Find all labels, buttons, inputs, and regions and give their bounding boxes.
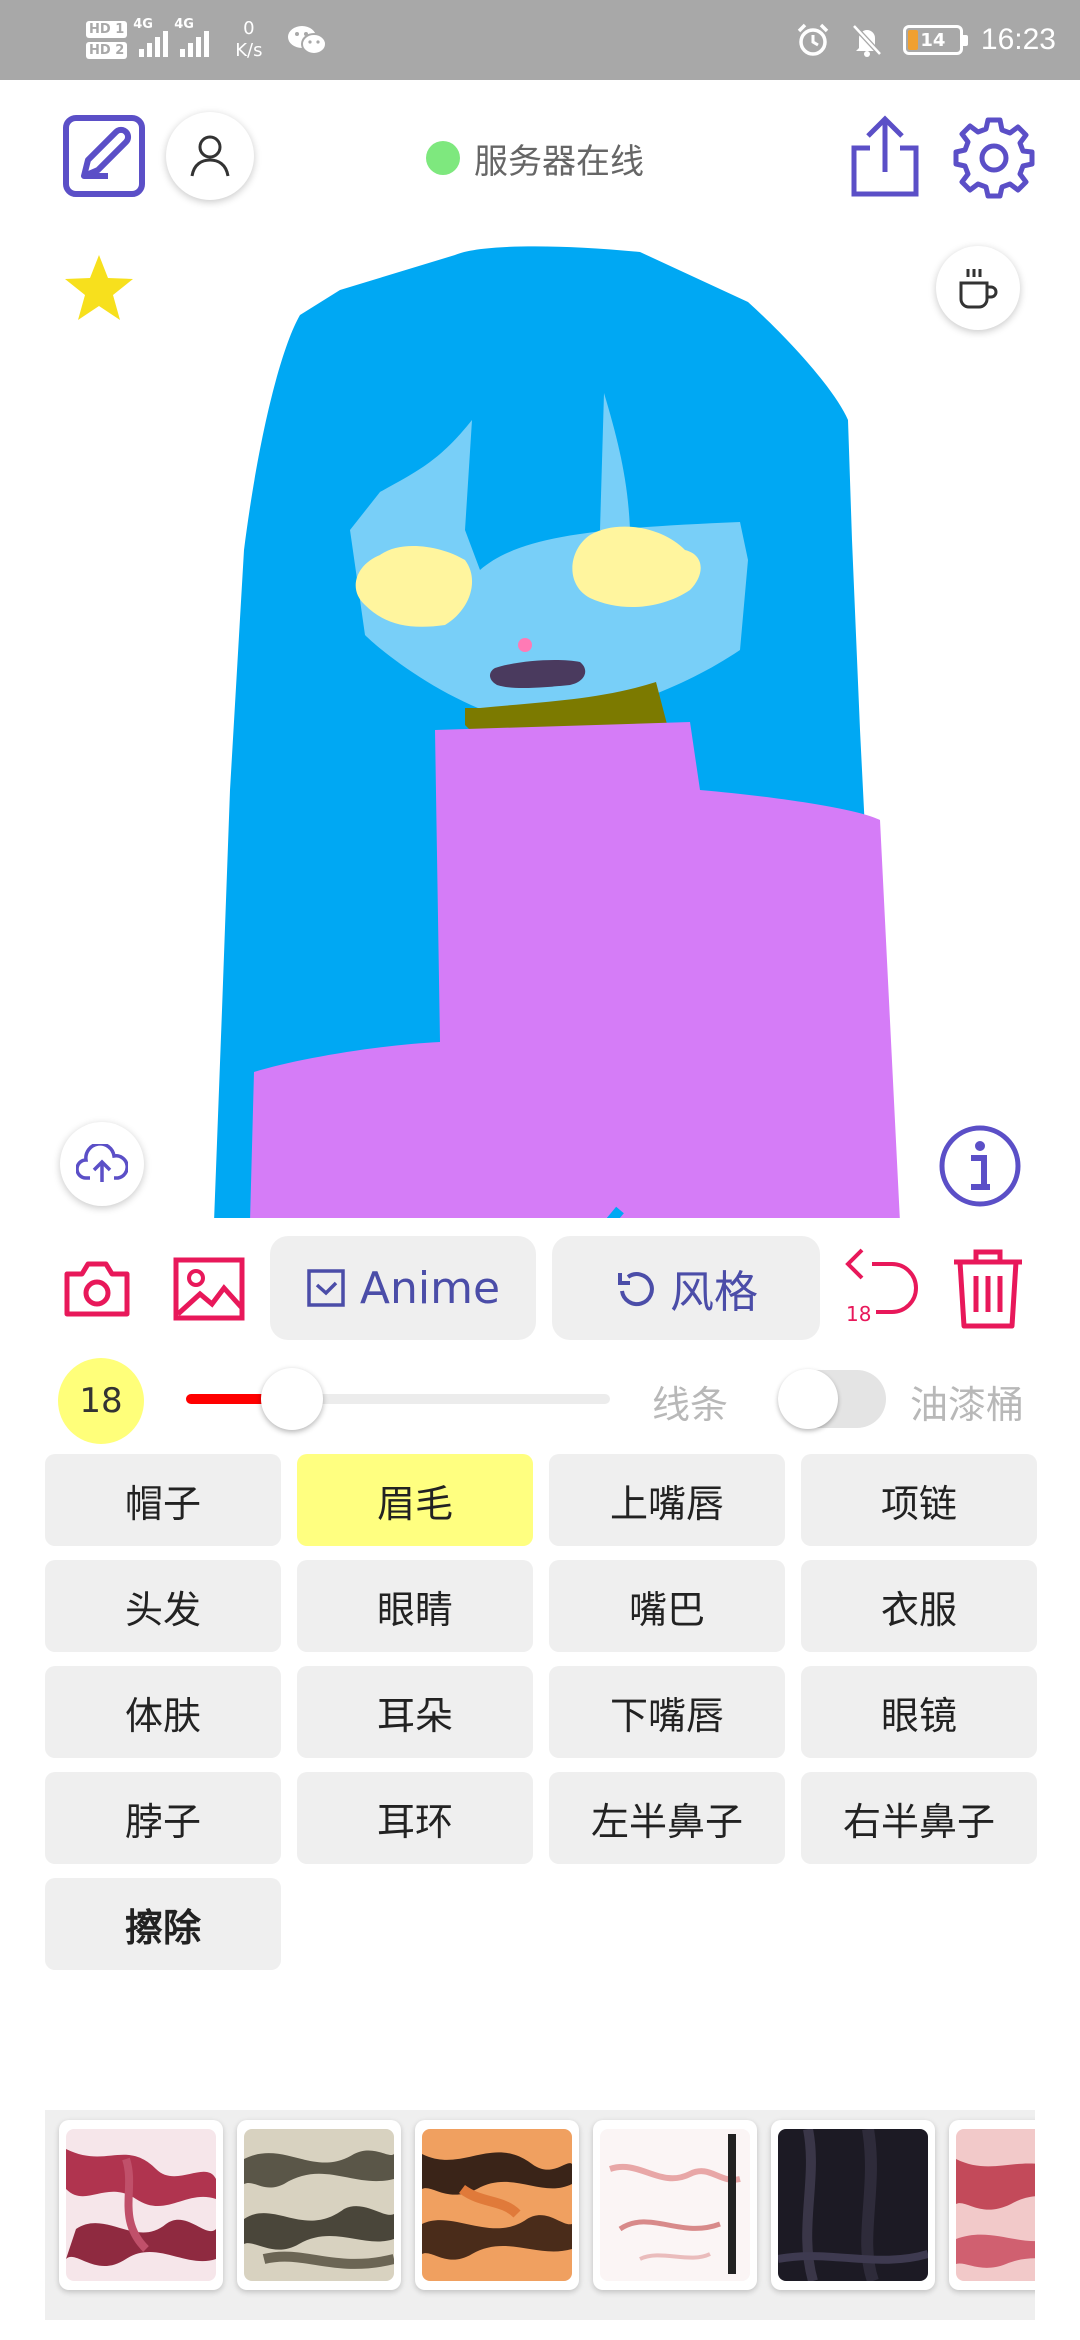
clock: 16:23 (980, 23, 1056, 56)
style-button[interactable]: 风格 (552, 1236, 820, 1340)
upload-button[interactable] (60, 1122, 144, 1206)
style-thumbnail-2[interactable] (237, 2120, 401, 2290)
part-button[interactable]: 上嘴唇 (549, 1454, 785, 1546)
part-button[interactable]: 左半鼻子 (549, 1772, 785, 1864)
coffee-button[interactable] (936, 246, 1020, 330)
part-button[interactable]: 头发 (45, 1560, 281, 1652)
coffee-icon (959, 269, 998, 309)
style-preview-4 (600, 2129, 750, 2281)
gear-icon (953, 117, 1035, 199)
part-button[interactable]: 体肤 (45, 1666, 281, 1758)
network-speed-unit: K/s (235, 40, 263, 61)
part-button[interactable]: 擦除 (45, 1878, 281, 1970)
status-right: 14 16:23 (795, 0, 1056, 80)
undo-count: 18 (846, 1302, 872, 1326)
network-speed: 0 K/s (235, 18, 262, 62)
slider-thumb[interactable] (261, 1368, 323, 1430)
favorite-button[interactable] (62, 252, 136, 326)
parts-grid: 帽子 眉毛 上嘴唇 项链头发 眼睛 嘴巴 衣服体肤 耳朵 下嘴唇 眼镜脖子 耳环 左半鼻子 右半鼻子擦除 (45, 1454, 1037, 1970)
share-icon (851, 115, 919, 197)
style-label: 风格 (670, 1267, 758, 1318)
part-button[interactable]: 耳环 (297, 1772, 533, 1864)
anime-label: Anime (359, 1262, 501, 1314)
user-icon (190, 135, 230, 177)
part-button[interactable]: 耳朵 (297, 1666, 533, 1758)
part-button[interactable]: 右半鼻子 (801, 1772, 1037, 1864)
server-status-dot (426, 141, 460, 175)
battery-icon: 14 (902, 25, 968, 55)
brush-size-slider[interactable] (186, 1394, 610, 1404)
part-button[interactable]: 脖子 (45, 1772, 281, 1864)
signal-1-icon: 4G (133, 17, 169, 57)
mute-icon (852, 24, 882, 57)
drawing-canvas[interactable] (0, 230, 1080, 1226)
share-button[interactable] (848, 114, 922, 200)
network-type-2: 4G (174, 17, 194, 32)
sim-indicators: HD 1 HD 2 (86, 21, 128, 59)
style-preview-3 (422, 2129, 572, 2281)
style-thumbnail-strip[interactable] (45, 2110, 1035, 2320)
cloud-upload-icon (76, 1144, 128, 1182)
checkbox-icon (307, 1269, 345, 1307)
battery-level: 14 (920, 29, 946, 51)
network-type-1: 4G (133, 17, 153, 32)
wechat-icon (287, 26, 327, 55)
style-thumbnail-5[interactable] (771, 2120, 935, 2290)
part-button[interactable]: 衣服 (801, 1560, 1037, 1652)
style-preview-1 (66, 2129, 216, 2281)
part-button[interactable]: 帽子 (45, 1454, 281, 1546)
camera-icon (64, 1261, 130, 1317)
network-speed-value: 0 (243, 18, 255, 39)
part-button[interactable]: 下嘴唇 (549, 1666, 785, 1758)
edit-button[interactable] (62, 114, 146, 198)
refresh-icon (618, 1272, 654, 1307)
style-thumbnail-6[interactable] (949, 2120, 1035, 2290)
brush-size-badge: 18 (58, 1358, 144, 1444)
settings-button[interactable] (952, 116, 1036, 200)
sketch-drawing (0, 246, 1080, 1226)
paint-bucket-label: 油漆桶 (910, 1383, 1025, 1427)
style-preview-5 (778, 2129, 928, 2281)
image-button[interactable] (172, 1256, 246, 1322)
part-button[interactable]: 眼睛 (297, 1560, 533, 1652)
server-status: 服务器在线 (426, 136, 644, 182)
camera-button[interactable] (62, 1258, 132, 1320)
server-status-text: 服务器在线 (474, 141, 644, 182)
style-thumbnail-1[interactable] (59, 2120, 223, 2290)
line-mode-label[interactable]: 线条 (652, 1374, 728, 1429)
image-icon (173, 1257, 245, 1321)
status-left: HD 1 HD 2 4G 4G 0 K/s (86, 10, 327, 70)
style-thumbnail-4[interactable] (593, 2120, 757, 2290)
sim1-badge: HD 1 (86, 21, 128, 38)
part-button[interactable]: 眼镜 (801, 1666, 1037, 1758)
status-bar: HD 1 HD 2 4G 4G 0 K/s 14 16:23 (0, 0, 1080, 80)
edit-icon (63, 115, 145, 197)
paint-bucket-toggle[interactable] (778, 1369, 886, 1429)
alarm-icon (797, 23, 829, 56)
undo-button[interactable]: 18 (842, 1246, 922, 1328)
anime-button[interactable]: Anime (270, 1236, 536, 1340)
style-thumbnail-3[interactable] (415, 2120, 579, 2290)
part-button[interactable]: 眉毛 (297, 1454, 533, 1546)
delete-button[interactable] (950, 1246, 1026, 1332)
style-preview-2 (244, 2129, 394, 2281)
part-button[interactable]: 嘴巴 (549, 1560, 785, 1652)
brush-size-value: 18 (79, 1381, 123, 1421)
signal-2-icon: 4G (174, 17, 210, 57)
toggle-knob (778, 1369, 838, 1429)
info-icon (939, 1125, 1021, 1207)
info-button[interactable] (938, 1124, 1022, 1208)
trash-icon (954, 1249, 1022, 1329)
star-icon (65, 255, 133, 320)
sim2-badge: HD 2 (86, 42, 128, 59)
user-button[interactable] (166, 112, 254, 200)
style-preview-6 (956, 2129, 1035, 2281)
part-button[interactable]: 项链 (801, 1454, 1037, 1546)
